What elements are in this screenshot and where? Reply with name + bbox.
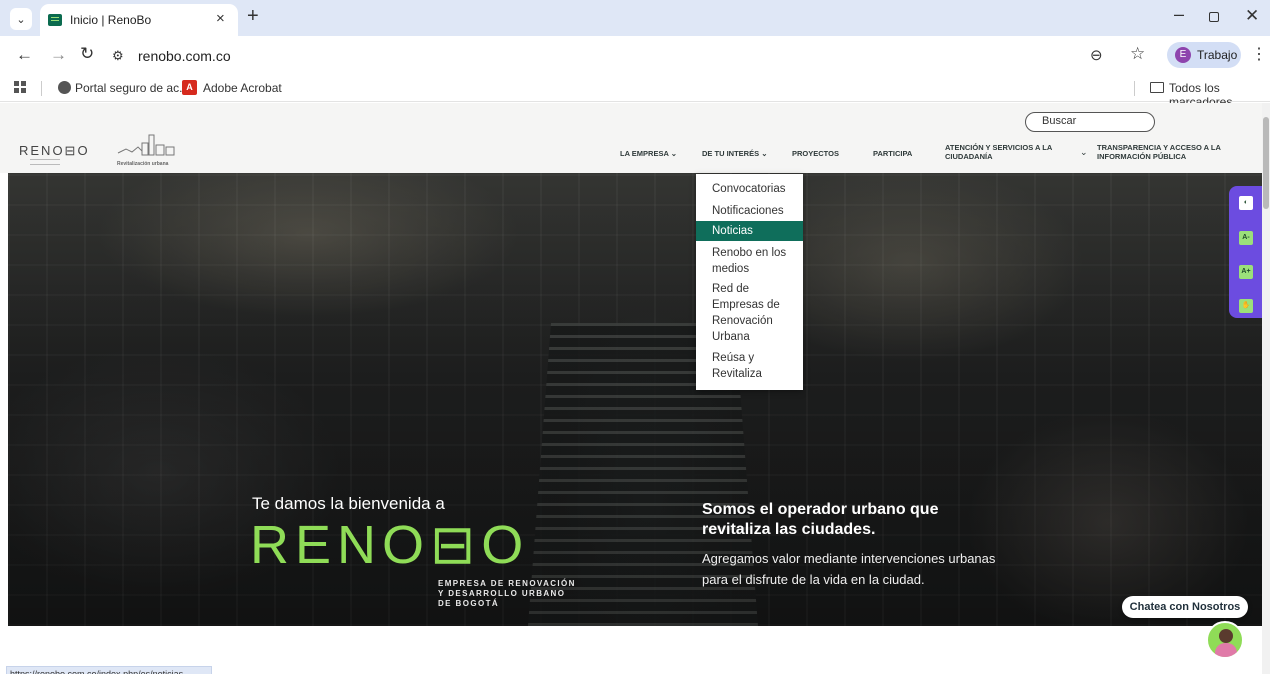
window-close-icon[interactable]: ✕ (1245, 6, 1259, 26)
nav-participa[interactable]: PARTICIPA (873, 149, 912, 158)
chevron-down-icon: ⌄ (16, 13, 26, 26)
menu-item-red-empresas[interactable]: Red de Empresas de Renovación Urbana (696, 281, 792, 345)
nav-transparencia[interactable]: TRANSPARENCIA Y ACCESO A LA INFORMACIÓN … (1097, 143, 1221, 161)
reload-icon[interactable]: ↻ (80, 44, 94, 64)
bookmark-portal[interactable]: Portal seguro de ac... (75, 81, 189, 95)
search-placeholder: Buscar (1042, 115, 1077, 127)
tab-strip: ⌄ Inicio | RenoBo × + – ✕ (0, 0, 1270, 36)
bookmarks-divider (41, 81, 42, 96)
nav-label: DE TU INTERÉS (702, 149, 760, 158)
maximize-icon[interactable] (1209, 12, 1219, 22)
profile-label: Trabajo (1197, 48, 1238, 62)
chevron-down-icon: ⌄ (761, 149, 768, 158)
hero-sub-line: DE BOGOTÁ (438, 599, 500, 608)
menu-item-noticias[interactable]: Noticias (696, 221, 803, 241)
chevron-down-icon: ⌄ (670, 149, 678, 158)
bookmark-star-icon[interactable]: ☆ (1130, 44, 1145, 64)
scrollbar-thumb[interactable] (1263, 117, 1269, 209)
nav-label: TRANSPARENCIA Y ACCESO A LA (1097, 143, 1221, 152)
tab-title: Inicio | RenoBo (70, 13, 152, 27)
hero-banner: Te damos la bienvenida a RENO⊟O EMPRESA … (8, 173, 1262, 626)
contrast-icon[interactable]: ◐ (1239, 196, 1253, 210)
site-info-icon[interactable]: ⚙ (112, 48, 124, 64)
forward-arrow-icon[interactable]: → (50, 45, 67, 65)
revitalizacion-logo-text: Revitalización urbana (117, 161, 169, 167)
folder-icon (1150, 82, 1164, 93)
menu-item-renobo-medios[interactable]: Renobo en los medios (696, 245, 792, 277)
back-arrow-icon[interactable]: ← (16, 45, 33, 65)
text-larger-icon[interactable]: A+ (1239, 265, 1253, 279)
zoom-icon[interactable]: ⊖ (1090, 46, 1103, 64)
nav-la-empresa[interactable]: LA EMPRESA ⌄ (620, 149, 677, 158)
browser-toolbar: ← → ↻ ⚙ renobo.com.co ⊖ ☆ E Trabajo ⋮ (0, 36, 1270, 76)
hero-overlay (8, 173, 1262, 626)
nav-label: ATENCIÓN Y SERVICIOS A LA (945, 143, 1053, 152)
address-bar[interactable]: renobo.com.co (138, 48, 231, 64)
acrobat-icon: A (182, 80, 197, 95)
hero-welcome: Te damos la bienvenida a (252, 494, 445, 513)
tab-close-icon[interactable]: × (216, 10, 225, 27)
site-favicon-icon (48, 14, 62, 26)
more-menu-icon[interactable]: ⋮ (1251, 44, 1267, 64)
status-url-tooltip: https://renobo.com.co/index.php/es/notic… (6, 666, 212, 674)
hero-logo-subtitle: EMPRESA DE RENOVACIÓN Y DESARROLLO URBAN… (438, 579, 608, 609)
menu-item-reusa[interactable]: Reúsa y Revitaliza (696, 350, 786, 382)
profile-button[interactable]: E Trabajo (1167, 42, 1241, 68)
site-header: Buscar RENO⊟O Revitalización urbana LA E… (0, 103, 1262, 173)
nav-atencion[interactable]: ATENCIÓN Y SERVICIOS A LA CIUDADANÍA (945, 143, 1052, 161)
hero-headline: Somos el operador urbano que revitaliza … (702, 501, 939, 538)
page-scrollbar[interactable] (1262, 103, 1270, 674)
nav-de-tu-interes[interactable]: DE TU INTERÉS ⌄ (702, 149, 767, 158)
nav-label: INFORMACIÓN PÚBLICA (1097, 152, 1187, 161)
bookmark-acrobat[interactable]: Adobe Acrobat (203, 81, 282, 95)
nav-label: LA EMPRESA (620, 149, 669, 158)
menu-item-convocatorias[interactable]: Convocatorias (696, 181, 803, 197)
chat-button[interactable]: Chatea con Nosotros (1122, 596, 1248, 618)
menu-item-notificaciones[interactable]: Notificaciones (696, 203, 803, 219)
hero-sub-line: EMPRESA DE RENOVACIÓN (438, 579, 576, 588)
renobo-logo[interactable]: RENO⊟O (19, 143, 90, 159)
new-tab-icon[interactable]: + (247, 5, 259, 28)
hero-paragraph: Agregamos valor mediante intervenciones … (702, 551, 996, 587)
minimize-icon[interactable]: – (1174, 4, 1184, 25)
search-input[interactable]: Buscar (1025, 112, 1155, 132)
interes-dropdown-menu: Convocatorias Notificaciones Noticias Re… (696, 174, 803, 390)
text-smaller-icon[interactable]: A- (1239, 231, 1253, 245)
profile-avatar: E (1175, 47, 1191, 63)
hero-sub-line: Y DESARROLLO URBANO (438, 589, 566, 598)
apps-grid-icon[interactable] (14, 81, 26, 93)
accessibility-toolbar: ◐ A- A+ ✋ (1229, 186, 1262, 318)
sign-language-icon[interactable]: ✋ (1239, 299, 1253, 313)
globe-icon (58, 81, 71, 94)
chat-avatar-icon[interactable] (1206, 621, 1244, 659)
nav-label: CIUDADANÍA (945, 152, 993, 161)
bookmarks-divider (1134, 81, 1135, 96)
hero-logo: RENO⊟O (250, 515, 530, 575)
tab-search-button[interactable]: ⌄ (10, 8, 32, 30)
nav-proyectos[interactable]: PROYECTOS (792, 149, 839, 158)
renobo-logo-tagline (30, 159, 60, 165)
bookmarks-bar: Portal seguro de ac... A Adobe Acrobat T… (0, 76, 1270, 109)
chevron-down-icon[interactable]: ⌄ (1080, 147, 1088, 158)
tab-active[interactable]: Inicio | RenoBo × (40, 4, 238, 36)
